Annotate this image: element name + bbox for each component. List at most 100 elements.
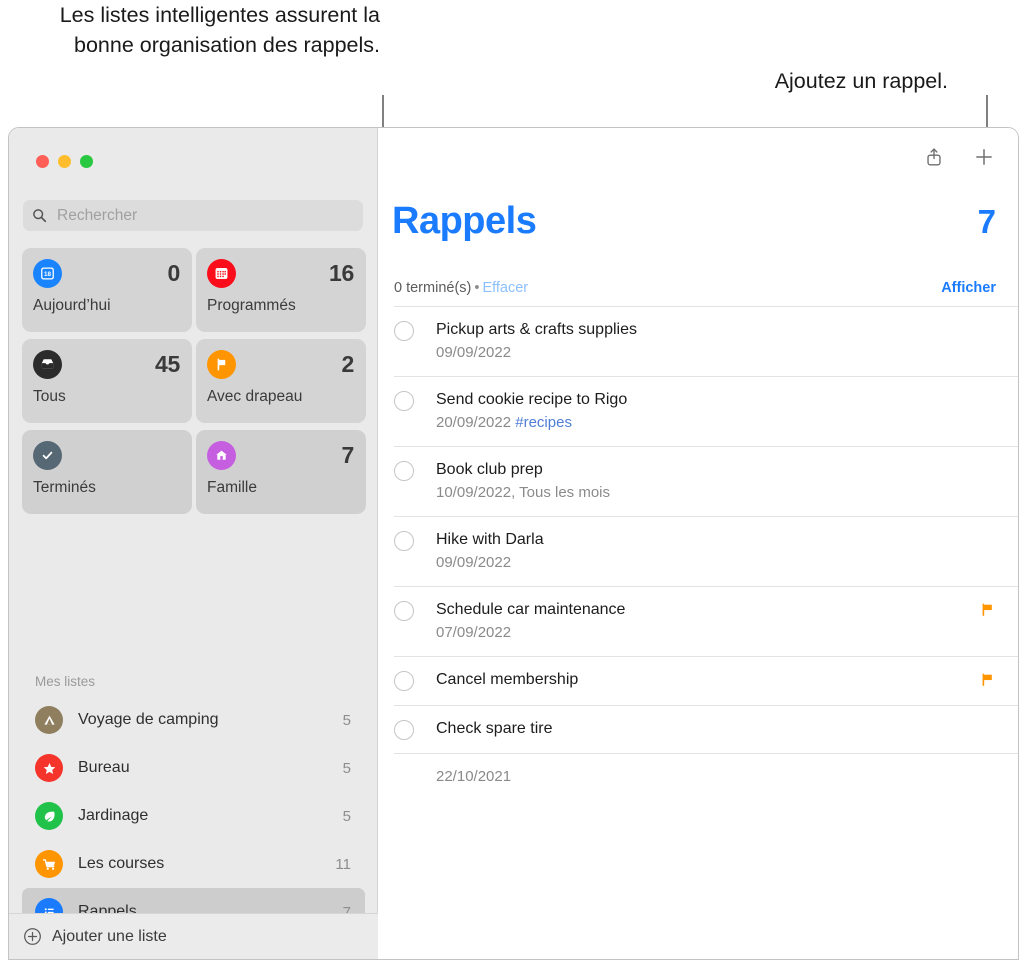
list-item-count: 5 [343,712,351,729]
reminder-subtitle: 09/09/2022 [436,553,972,573]
reminder-date: 20/09/2022 [436,414,511,431]
reminder-title: Schedule car maintenance [436,601,625,618]
reminder-date: 09/09/2022 [436,554,511,571]
list-item-les-courses[interactable]: Les courses 11 [22,840,365,888]
reminder-subtitle: 20/09/2022 #recipes [436,413,972,433]
share-icon[interactable] [922,145,946,169]
list-item-bureau[interactable]: Bureau 5 [22,744,365,792]
reminder-title: Book club prep [436,461,543,478]
reminder-row[interactable]: Book club prep 10/09/2022, Tous les mois [394,446,1018,516]
smart-card-label: Avec drapeau [207,388,354,406]
reminder-title: Send cookie recipe to Rigo [436,391,627,408]
reminder-trailing-date: 22/10/2021 [394,753,1018,785]
reminder-flag-slot [980,602,996,622]
reminder-checkbox[interactable] [394,531,414,551]
smart-card-count: 16 [329,260,354,287]
smart-card-label: Famille [207,479,354,497]
reminder-title: Pickup arts & crafts supplies [436,321,637,338]
smart-card-count: 45 [155,351,180,378]
smart-card-scheduled[interactable]: 16 Programmés [196,248,366,332]
reminders-list: Pickup arts & crafts supplies 09/09/2022… [394,306,1018,785]
add-list-button[interactable]: Ajouter une liste [9,913,378,959]
reminder-checkbox[interactable] [394,391,414,411]
sidebar: 18 0 Aujourd’hui [9,128,378,959]
search-input[interactable] [55,206,354,226]
close-button[interactable] [36,155,49,168]
list-item-count: 5 [343,808,351,825]
calendar-icon [207,259,236,288]
list-item-voyage-de-camping[interactable]: Voyage de camping 5 [22,696,365,744]
show-completed-link[interactable]: Afficher [941,280,996,296]
reminder-subtitle: 10/09/2022, Tous les mois [436,483,972,503]
smart-card-label: Tous [33,388,180,406]
reminder-row[interactable]: Cancel membership [394,656,1018,705]
reminder-date: 10/09/2022, Tous les mois [436,484,610,501]
list-item-jardinage[interactable]: Jardinage 5 [22,792,365,840]
reminder-date: 09/09/2022 [436,344,511,361]
check-circle-icon [33,441,62,470]
smart-card-count: 7 [342,442,355,469]
flag-icon [980,674,995,691]
reminder-checkbox[interactable] [394,671,414,691]
completed-status: 0 terminé(s)•Effacer [394,280,528,296]
reminder-checkbox[interactable] [394,461,414,481]
maximize-button[interactable] [80,155,93,168]
smart-lists-grid: 18 0 Aujourd’hui [22,248,365,514]
smart-card-today[interactable]: 18 0 Aujourd’hui [22,248,192,332]
leaf-icon [35,802,63,830]
plus-circle-icon [23,927,42,946]
reminder-tag[interactable]: #recipes [515,414,572,431]
calendar-day-icon: 18 [33,259,62,288]
reminder-row[interactable]: Pickup arts & crafts supplies 09/09/2022 [394,306,1018,376]
list-item-label: Voyage de camping [78,711,343,729]
list-header: Rappels 7 [392,200,996,243]
clear-completed-link[interactable]: Effacer [482,280,528,296]
smart-card-count: 2 [342,351,355,378]
toolbar [922,145,996,169]
smart-card-completed[interactable]: Terminés [22,430,192,514]
reminder-row[interactable]: Check spare tire [394,705,1018,753]
my-lists-header: Mes listes [35,674,95,689]
list-item-count: 5 [343,760,351,777]
page-title: Rappels [392,200,536,243]
reminder-row[interactable]: Hike with Darla 09/09/2022 [394,516,1018,586]
smart-card-count: 0 [168,260,181,287]
list-item-label: Jardinage [78,807,343,825]
reminder-row[interactable]: Schedule car maintenance 07/09/2022 [394,586,1018,656]
flag-icon [207,350,236,379]
minimize-button[interactable] [58,155,71,168]
cart-icon [35,850,63,878]
reminder-checkbox[interactable] [394,720,414,740]
reminder-title: Hike with Darla [436,531,544,548]
window-traffic-lights [36,155,93,168]
screenshot-root: Les listes intelligentes assurent la bon… [0,0,1027,960]
plus-icon[interactable] [972,145,996,169]
smart-card-family[interactable]: 7 Famille [196,430,366,514]
completed-count-label: 0 terminé(s) [394,280,471,296]
add-list-label: Ajouter une liste [52,928,167,946]
tent-icon [35,706,63,734]
reminder-subtitle: 09/09/2022 [436,343,972,363]
reminders-app-window: 18 0 Aujourd’hui [8,127,1019,960]
reminder-flag-slot [980,672,996,692]
search-field[interactable] [23,200,363,231]
reminder-checkbox[interactable] [394,601,414,621]
meta-row: 0 terminé(s)•Effacer Afficher [394,280,996,296]
meta-separator: • [474,280,479,296]
reminder-row[interactable]: Send cookie recipe to Rigo 20/09/2022 #r… [394,376,1018,446]
smart-card-label: Aujourd’hui [33,297,180,315]
callout-left-text: Les listes intelligentes assurent la bon… [40,0,380,60]
reminder-checkbox[interactable] [394,321,414,341]
smart-card-all[interactable]: 45 Tous [22,339,192,423]
list-item-count: 11 [335,856,351,873]
search-icon [32,208,47,223]
list-item-label: Bureau [78,759,343,777]
reminder-title: Cancel membership [436,671,578,688]
smart-card-label: Programmés [207,297,354,315]
inbox-icon [33,350,62,379]
reminder-date: 07/09/2022 [436,624,511,641]
svg-text:18: 18 [44,271,51,278]
reminder-title: Check spare tire [436,720,553,737]
smart-card-flagged[interactable]: 2 Avec drapeau [196,339,366,423]
smart-card-label: Terminés [33,479,180,497]
